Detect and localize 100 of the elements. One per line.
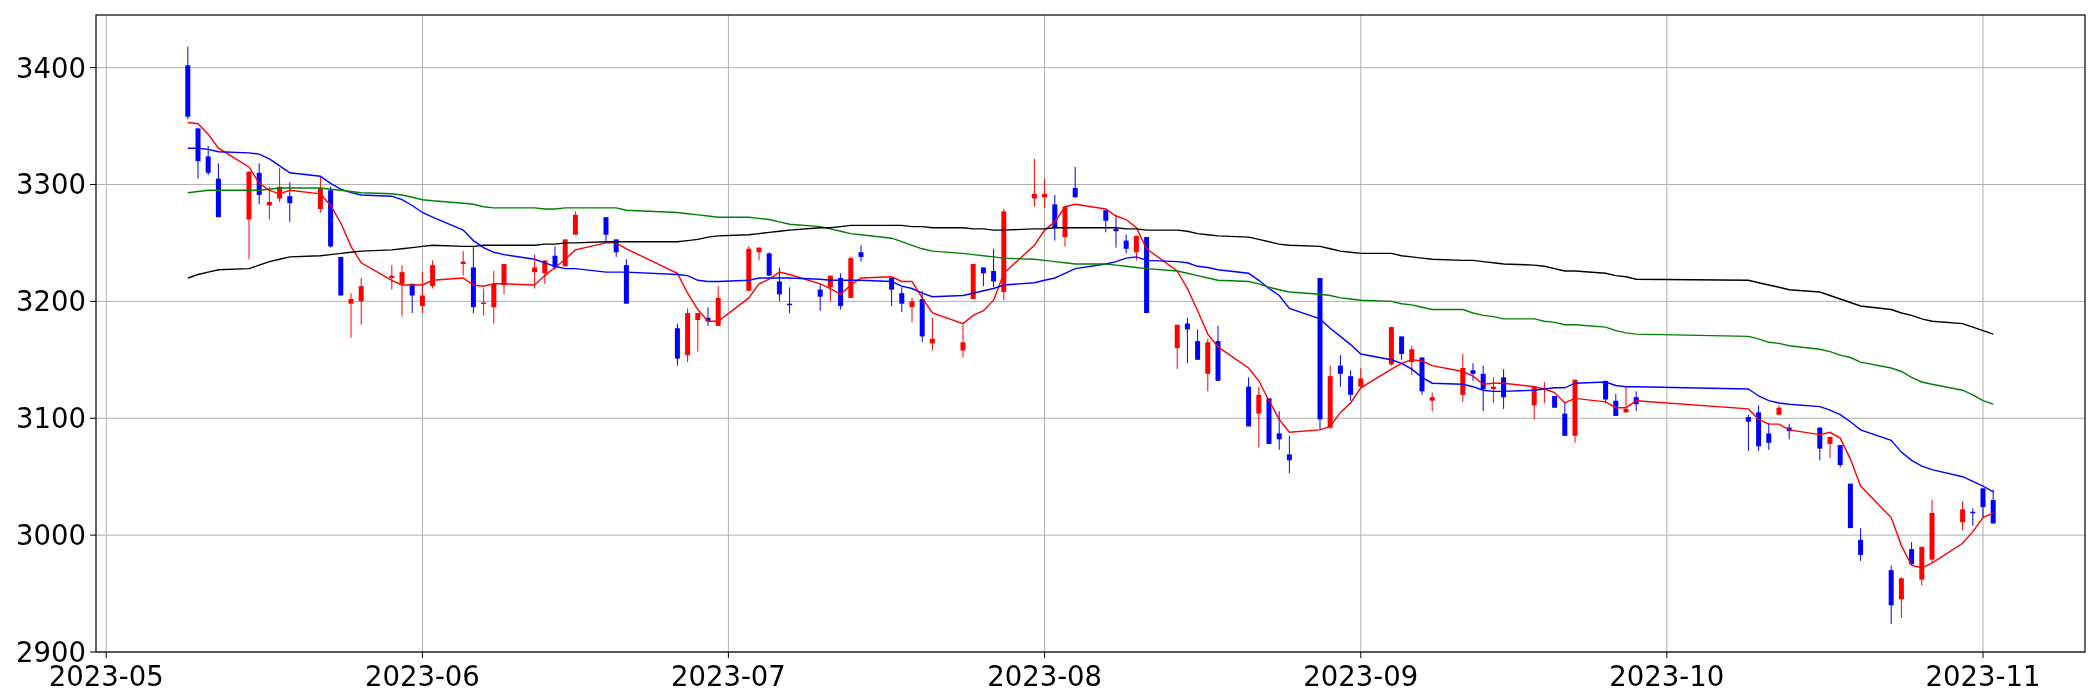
candlestick xyxy=(1633,390,1639,412)
candlestick xyxy=(1042,178,1048,209)
candlestick xyxy=(1531,386,1537,420)
y-tick-label: 3300 xyxy=(16,168,86,201)
candlestick xyxy=(1215,325,1221,382)
candlestick xyxy=(328,186,334,249)
candlestick xyxy=(1562,402,1568,437)
candlestick xyxy=(960,324,966,358)
candlestick xyxy=(1490,376,1496,404)
candlestick xyxy=(1256,386,1262,448)
candlestick xyxy=(1817,427,1823,461)
candlestick xyxy=(1858,527,1864,562)
candlestick xyxy=(1980,487,1986,519)
candlestick xyxy=(674,323,680,367)
candlestick xyxy=(776,266,782,302)
candlestick xyxy=(1888,565,1894,625)
y-tick-label: 3400 xyxy=(16,51,86,84)
x-tick-label: 2023-06 xyxy=(364,660,480,692)
candlestick xyxy=(562,238,568,267)
candlestick xyxy=(1929,499,1935,564)
candlestick xyxy=(501,263,507,295)
candlestick xyxy=(277,167,283,203)
x-tick-label: 2023-07 xyxy=(670,660,786,692)
candlestick xyxy=(266,186,272,221)
candlestick xyxy=(715,285,721,327)
candlestick xyxy=(1072,166,1078,198)
candlestick xyxy=(1205,338,1211,392)
candlestick xyxy=(1419,356,1425,396)
candlestick xyxy=(1388,326,1394,367)
candlestick xyxy=(470,245,476,314)
candlestick xyxy=(909,297,915,323)
candlestick xyxy=(205,145,211,176)
candlestick xyxy=(1623,386,1629,413)
candlestick xyxy=(899,286,905,313)
candlestick xyxy=(929,317,935,351)
y-tick-label: 3100 xyxy=(16,402,86,435)
candlestick xyxy=(695,312,701,353)
candlestick xyxy=(1756,404,1762,452)
candlestick xyxy=(1847,483,1853,529)
candlestick xyxy=(1429,392,1435,412)
candlestick xyxy=(1990,489,1996,524)
candlestick xyxy=(481,288,487,316)
candlestick xyxy=(1460,353,1466,403)
candlestick xyxy=(1470,362,1476,382)
candlestick xyxy=(817,283,823,312)
candlestick xyxy=(1827,436,1833,459)
candlestick xyxy=(1246,376,1252,427)
candlestick xyxy=(1133,235,1139,261)
candlestick xyxy=(1603,380,1609,404)
y-tick-label: 3000 xyxy=(16,519,86,552)
candlestick xyxy=(358,277,364,326)
candlestick xyxy=(1358,367,1364,388)
candlestick xyxy=(338,256,344,296)
candlestick xyxy=(1113,214,1119,249)
candlestick xyxy=(195,127,201,180)
candlestick xyxy=(1970,507,1976,527)
candlestick xyxy=(1919,546,1925,586)
candlestick xyxy=(1909,541,1915,566)
candlestick xyxy=(838,272,844,311)
candlestick xyxy=(572,210,578,236)
candlestick xyxy=(1327,365,1333,430)
candlestick xyxy=(787,286,793,314)
x-tick-label: 2023-11 xyxy=(1925,660,2041,692)
candlestick xyxy=(1174,324,1180,370)
candlestick xyxy=(430,259,436,289)
candlestick xyxy=(1776,404,1782,416)
x-tick-label: 2023-09 xyxy=(1303,660,1419,692)
candlestick xyxy=(1266,397,1272,445)
candlestick xyxy=(491,270,497,325)
candlestick xyxy=(685,307,691,363)
candlestick xyxy=(542,259,548,285)
candlestick xyxy=(389,264,395,291)
candlestick xyxy=(1837,444,1843,468)
candlestick xyxy=(419,271,425,314)
candlestick xyxy=(1960,500,1966,531)
candlestick xyxy=(256,162,262,205)
candlestick xyxy=(1613,393,1619,417)
candlestick xyxy=(1572,379,1578,444)
candlestick xyxy=(215,162,221,218)
candlestick xyxy=(827,275,833,302)
candlestick xyxy=(1898,576,1904,619)
candlestick xyxy=(705,306,711,327)
candlestick xyxy=(919,290,925,343)
y-tick-label: 3200 xyxy=(16,285,86,318)
candlestick xyxy=(317,175,323,214)
candlestick xyxy=(552,245,558,271)
candlestick xyxy=(409,283,415,314)
candlestick xyxy=(532,254,538,289)
candlestick xyxy=(980,266,986,287)
candlestick xyxy=(766,251,772,277)
candlestick xyxy=(1195,328,1201,361)
candlestick xyxy=(991,248,997,288)
candlestick xyxy=(603,216,609,243)
candlestick xyxy=(287,181,293,223)
candlestick xyxy=(1766,422,1772,451)
candlestick xyxy=(1409,345,1415,376)
candlestick xyxy=(970,263,976,300)
candlestick xyxy=(1123,234,1129,254)
candlestick xyxy=(399,264,405,318)
candlestick xyxy=(1786,423,1792,440)
